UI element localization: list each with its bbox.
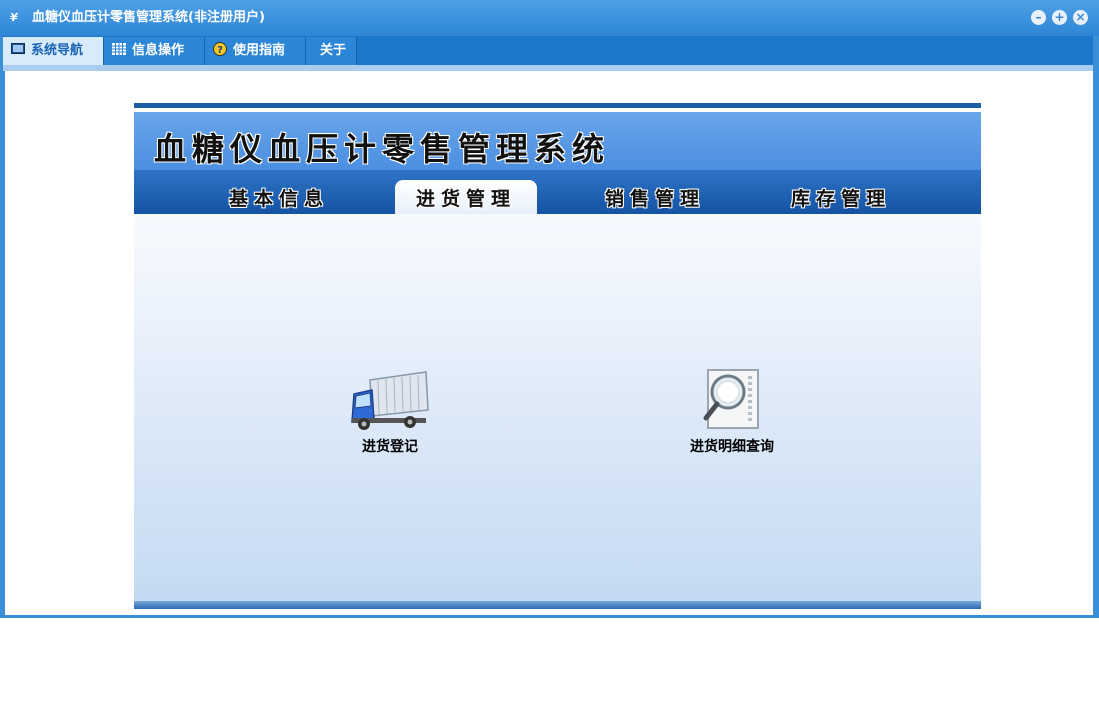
panel-bottom-border (134, 601, 981, 609)
svg-text:?: ? (217, 45, 223, 56)
grid-icon (112, 43, 126, 55)
title-bar[interactable]: ¥ 血糖仪血压计零售管理系统(非注册用户) – + × (0, 0, 1099, 36)
menu-system-nav[interactable]: 系统导航 (3, 37, 104, 65)
purchase-register-button[interactable]: 进货登记 (330, 368, 450, 456)
magnifier-document-icon (703, 369, 759, 429)
module-tab-bar: 基本信息 进货管理 销售管理 库存管理 (134, 170, 981, 214)
purchase-detail-query-button[interactable]: 进货明细查询 (672, 368, 792, 456)
tab-purchase-management[interactable]: 进货管理 (395, 180, 537, 214)
banner-title: 血糖仪血压计零售管理系统 (154, 130, 611, 168)
purchase-detail-query-label: 进货明细查询 (690, 439, 774, 455)
close-icon[interactable]: × (1073, 10, 1088, 25)
menu-info-ops[interactable]: 信息操作 (104, 37, 205, 65)
minimize-icon[interactable]: – (1031, 10, 1046, 25)
system-banner: 血糖仪血压计零售管理系统 (134, 112, 981, 170)
menu-about[interactable]: 关于 (306, 37, 357, 65)
tab-inventory-management[interactable]: 库存管理 (766, 180, 916, 214)
menu-user-guide[interactable]: ? 使用指南 (205, 37, 306, 65)
menu-bar: 系统导航 信息操作 ? 使用指南 关于 (3, 36, 1093, 65)
nav-panel: 血糖仪血压计零售管理系统 基本信息 进货管理 销售管理 库存管理 进货登记 进货… (134, 103, 981, 609)
window-title: 血糖仪血压计零售管理系统(非注册用户) (32, 10, 265, 25)
panel-top-border (134, 103, 981, 108)
truck-icon (351, 371, 429, 430)
monitor-icon (11, 43, 25, 54)
maximize-icon[interactable]: + (1052, 10, 1067, 25)
help-icon: ? (213, 42, 227, 56)
tab-sales-management[interactable]: 销售管理 (580, 180, 730, 214)
tab-basic-info[interactable]: 基本信息 (204, 180, 354, 214)
app-logo-icon: ¥ (10, 11, 18, 24)
purchase-register-label: 进货登记 (362, 439, 418, 455)
